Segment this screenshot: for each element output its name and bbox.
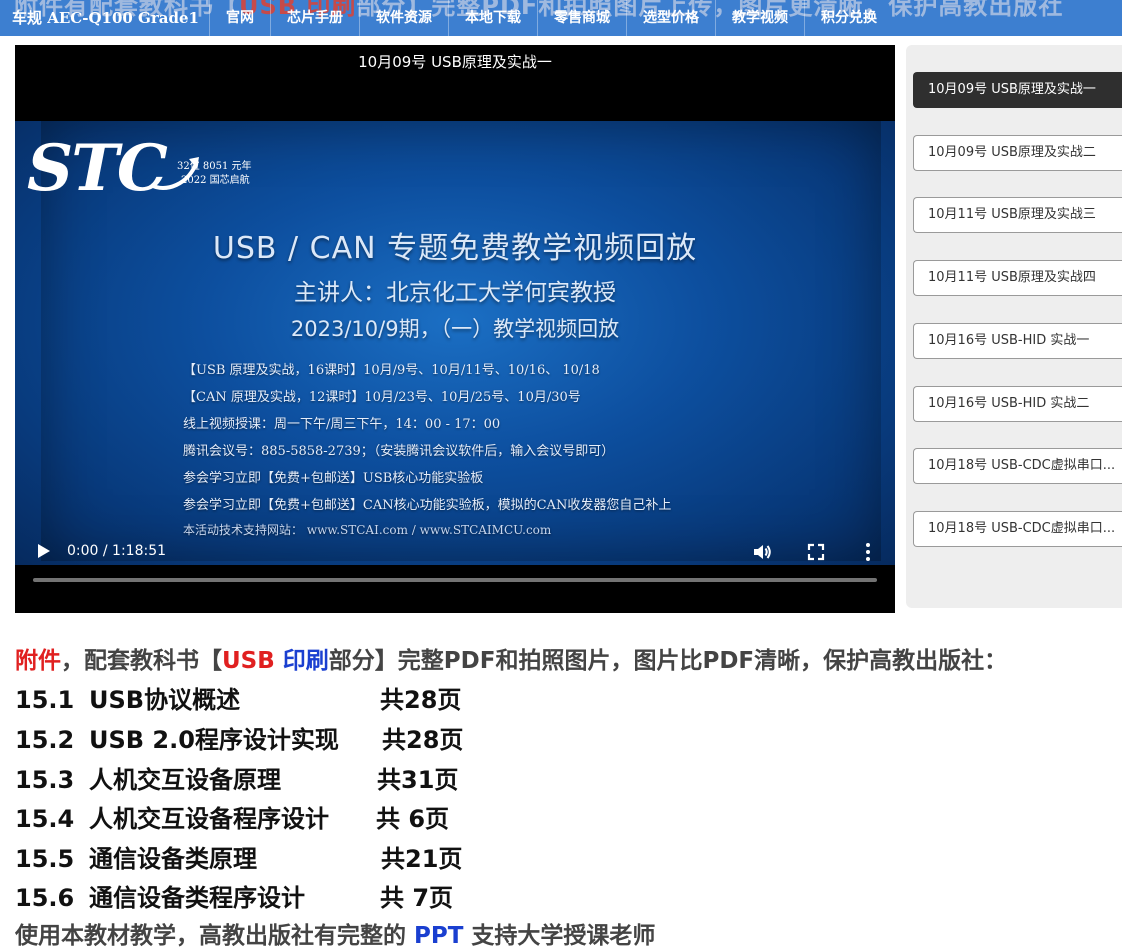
nav-item-store[interactable]: 零售商城 xyxy=(536,0,626,36)
chapter-number: 15.2 xyxy=(15,726,75,754)
playlist-item[interactable]: 10月18号 USB-CDC虚拟串口... xyxy=(913,448,1122,484)
playlist-item[interactable]: 10月16号 USB-HID 实战一 xyxy=(913,323,1122,359)
intro-usb: USB xyxy=(222,648,275,674)
playlist-item[interactable]: 10月11号 USB原理及实战三 xyxy=(913,197,1122,233)
logo-tagline-1: 32位 8051 元年 xyxy=(177,161,252,172)
video-speaker: 主讲人：北京化工大学何宾教授 xyxy=(294,280,616,306)
intro-text-a: ，配套教科书【 xyxy=(61,648,222,674)
chapter-pages: 共21页 xyxy=(381,845,463,873)
ppt-note-text-b: 支持大学授课老师 xyxy=(463,923,656,949)
nav-item-videos[interactable]: 教学视频 xyxy=(714,0,804,36)
chapter-row: 15.6 通信设备类程序设计 共 7页 xyxy=(15,878,453,912)
playlist-item[interactable]: 10月18号 USB-CDC虚拟串口... xyxy=(913,511,1122,547)
chapter-pages: 共 6页 xyxy=(376,805,450,833)
intro-print: 印刷 xyxy=(282,648,329,674)
chapter-pages: 共28页 xyxy=(380,686,462,714)
nav-menu: 车规 AEC-Q100 Grade1 官网 芯片手册 软件资源 本地下载 零售商… xyxy=(0,0,893,36)
nav-item-chip-manual[interactable]: 芯片手册 xyxy=(269,0,359,36)
ppt-note: 使用本教材教学，高教出版社有完整的 PPT 支持大学授课老师 xyxy=(15,916,655,950)
chapter-row: 15.3 人机交互设备原理 共31页 xyxy=(15,760,458,794)
video-progress-bar[interactable] xyxy=(33,578,877,582)
offer-usb-board: 参会学习立即【免费+包邮送】USB核心功能实验板 xyxy=(183,471,484,486)
nav-item-software[interactable]: 软件资源 xyxy=(358,0,448,36)
chapter-title: USB 2.0程序设计实现 xyxy=(89,726,339,754)
chapter-title: 通信设备类原理 xyxy=(89,845,257,873)
video-headline: USB / CAN 专题免费教学视频回放 xyxy=(212,231,698,266)
video-time: 0:00 / 1:18:51 xyxy=(67,543,167,559)
nav-item-download[interactable]: 本地下载 xyxy=(447,0,537,36)
chapter-number: 15.6 xyxy=(15,884,75,912)
chapter-row: 15.1 USB协议概述 共28页 xyxy=(15,680,461,714)
top-nav-bar: 附件有配套教科书【USB 印刷部分】完整PDF和拍照图片上传，图片更清晰，保护高… xyxy=(0,0,1122,36)
chapter-row: 15.5 通信设备类原理 共21页 xyxy=(15,839,462,873)
video-playlist: 10月09号 USB原理及实战一 10月09号 USB原理及实战二 10月11号… xyxy=(906,45,1122,608)
attachment-label: 附件 xyxy=(15,648,61,674)
chapter-title: 人机交互设备原理 xyxy=(89,766,281,794)
chapter-number: 15.5 xyxy=(15,845,75,873)
nav-item-pricing[interactable]: 选型价格 xyxy=(625,0,715,36)
playlist-item[interactable]: 10月16号 USB-HID 实战二 xyxy=(913,386,1122,422)
chapter-number: 15.3 xyxy=(15,766,75,794)
schedule-usb: 【USB 原理及实战，16课时】10月/9号、10月/11号、10/16、 10… xyxy=(183,363,600,378)
playlist-item[interactable]: 10月11号 USB原理及实战四 xyxy=(913,260,1122,296)
video-controls: 0:00 / 1:18:51 xyxy=(15,535,895,613)
chapter-number: 15.1 xyxy=(15,686,75,714)
volume-icon[interactable] xyxy=(751,541,773,563)
video-player[interactable]: 10月09号 USB原理及实战一 STC 32位 8051 元年 2022 国芯… xyxy=(15,45,895,613)
chapter-pages: 共28页 xyxy=(382,726,464,754)
video-title: 10月09号 USB原理及实战一 xyxy=(358,53,552,71)
meeting-id: 腾讯会议号：885-5858-2739；（安装腾讯会议软件后，输入会议号即可） xyxy=(183,444,615,459)
logo-tagline-2: 2022 国芯启航 xyxy=(181,175,250,186)
schedule-can: 【CAN 原理及实战，12课时】10月/23号、10月/25号、10月/30号 xyxy=(183,390,581,405)
nav-item-official-site[interactable]: 官网 xyxy=(208,0,270,36)
more-options-icon[interactable] xyxy=(858,541,878,563)
play-icon[interactable] xyxy=(33,541,53,561)
chapter-title: USB协议概述 xyxy=(89,686,241,714)
playlist-item[interactable]: 10月09号 USB原理及实战一 xyxy=(913,72,1122,108)
chapter-row: 15.4 人机交互设备程序设计 共 6页 xyxy=(15,799,449,833)
nav-item-points[interactable]: 积分兑换 xyxy=(803,0,893,36)
fullscreen-icon[interactable] xyxy=(805,541,827,563)
chapter-title: 通信设备类程序设计 xyxy=(89,884,305,912)
video-session: 2023/10/9期，（一）教学视频回放 xyxy=(290,317,620,341)
video-frame: STC 32位 8051 元年 2022 国芯启航 USB / CAN 专题免费… xyxy=(15,121,895,565)
chapter-row: 15.2 USB 2.0程序设计实现 共28页 xyxy=(15,720,463,754)
offer-can-board: 参会学习立即【免费+包邮送】CAN核心功能实验板，模拟的CAN收发器您自己补上 xyxy=(183,498,672,513)
attachment-intro: 附件，配套教科书【USB 印刷部分】完整PDF和拍照图片，图片比PDF清晰，保护… xyxy=(15,641,1007,675)
chapter-pages: 共31页 xyxy=(377,766,459,794)
nav-brand[interactable]: 车规 AEC-Q100 Grade1 xyxy=(0,0,209,36)
ppt-note-text-a: 使用本教材教学，高教出版社有完整的 xyxy=(15,923,415,949)
intro-text-b: 部分】完整PDF和拍照图片，图片比PDF清晰，保护高教出版社： xyxy=(328,648,1008,674)
chapter-number: 15.4 xyxy=(15,805,75,833)
class-time: 线上视频授课：周一下午/周三下午，14：00 - 17：00 xyxy=(183,417,501,432)
chapter-pages: 共 7页 xyxy=(380,884,454,912)
chapter-title: 人机交互设备程序设计 xyxy=(89,805,329,833)
playlist-item[interactable]: 10月09号 USB原理及实战二 xyxy=(913,135,1122,171)
ppt-label: PPT xyxy=(414,923,464,949)
stc-logo: STC 32位 8051 元年 2022 国芯启航 xyxy=(27,131,267,207)
